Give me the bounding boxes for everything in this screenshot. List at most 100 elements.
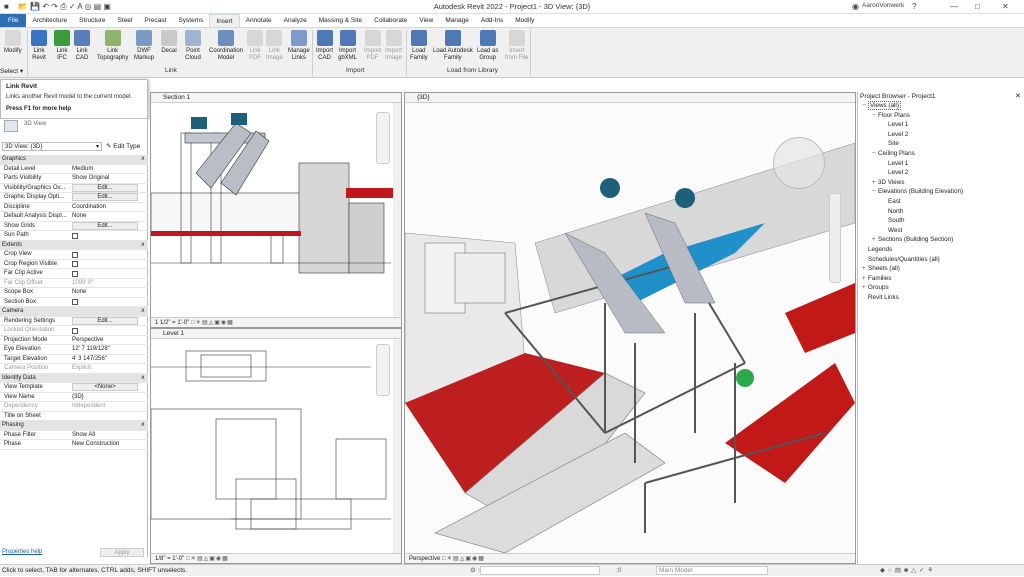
property-section[interactable]: Extents ∧ [0, 240, 148, 251]
browser-node[interactable]: Revit Links [862, 294, 899, 302]
ribbon-button-load-autodesk-family[interactable]: Load Autodesk Family [433, 30, 473, 66]
tab-steel[interactable]: Steel [112, 14, 139, 27]
tab-view[interactable]: View [413, 14, 439, 27]
property-value[interactable]: None [72, 288, 142, 298]
property-value[interactable]: Show Original [72, 174, 142, 184]
browser-node[interactable]: Level 2 [882, 131, 908, 139]
ribbon-button-link-cad[interactable]: Link CAD [74, 30, 90, 66]
apply-button[interactable]: Apply [100, 548, 144, 557]
property-checkbox[interactable] [72, 299, 78, 305]
tab-annotate[interactable]: Annotate [240, 14, 278, 27]
property-value[interactable]: Perspective [72, 336, 142, 346]
browser-node[interactable]: West [882, 227, 902, 235]
browser-node[interactable]: South [882, 217, 904, 225]
browser-node[interactable]: East [882, 198, 901, 206]
ribbon-button-point-cloud[interactable]: Point Cloud [185, 30, 201, 66]
property-checkbox[interactable] [72, 251, 78, 258]
close-button[interactable]: ✕ [1002, 2, 1009, 11]
tab-architecture[interactable]: Architecture [26, 14, 73, 27]
property-section[interactable]: Phasing ∧ [0, 421, 148, 431]
ribbon-button-link-revit[interactable]: Link Revit [31, 30, 47, 66]
ribbon-button-import-gbxml[interactable]: Import gbXML [338, 30, 357, 66]
section-view[interactable]: Section 1 1 1/2" = 1'-0" □☀▤◬▣◉▦ [150, 92, 402, 328]
tab-systems[interactable]: Systems [172, 14, 209, 27]
browser-node[interactable]: − Floor Plans [872, 112, 910, 120]
level-view-header[interactable]: Level 1 [151, 329, 401, 339]
user-icon[interactable]: ◉ [852, 2, 859, 11]
ribbon-button-manage-links[interactable]: Manage Links [288, 30, 310, 66]
property-checkbox[interactable] [72, 232, 78, 239]
ribbon-button-import-cad[interactable]: Import CAD [316, 30, 333, 66]
tab-insert[interactable]: Insert [209, 14, 240, 27]
ribbon-button-decal[interactable]: Decal [161, 30, 177, 66]
browser-node[interactable]: +3D Views [872, 179, 904, 187]
browser-node[interactable]: North [882, 208, 903, 216]
ribbon-button-link-topography[interactable]: Link Topography [97, 30, 128, 66]
tab-modify[interactable]: Modify [509, 14, 540, 27]
selection-toggles[interactable]: ◆○▤■△✓⚘ [880, 565, 936, 577]
minimize-button[interactable]: — [950, 2, 958, 11]
threed-view-header[interactable]: {3D} [405, 93, 855, 103]
property-value[interactable]: Medium [72, 165, 142, 175]
user-name[interactable]: AaronVonwerk [862, 2, 904, 9]
properties-help-link[interactable]: Properties help [2, 549, 42, 555]
property-checkbox[interactable] [72, 270, 78, 277]
filter-count[interactable]: :0 [616, 565, 621, 577]
browser-node[interactable]: − Ceiling Plans [872, 150, 915, 158]
property-value[interactable]: Explicit [72, 364, 142, 374]
ribbon-button-dwf-markup[interactable]: DWF Markup [134, 30, 154, 66]
collapse-icon[interactable]: ∧ [141, 421, 145, 431]
property-value[interactable]: 12' 7 119/128" [72, 345, 142, 355]
property-checkbox[interactable] [72, 327, 78, 334]
property-value[interactable]: Independent [72, 402, 142, 412]
ribbon-button-link-image[interactable]: Link Image [266, 30, 283, 66]
property-section[interactable]: Camera ∧ [0, 307, 148, 317]
level-navigation-bar[interactable] [376, 344, 390, 396]
ribbon-button-link-pdf[interactable]: Link PDF [247, 30, 263, 66]
edit-type-button[interactable]: ✎ Edit Type [106, 142, 140, 150]
tab-add-ins[interactable]: Add-Ins [475, 14, 509, 27]
property-edit-button[interactable]: <None> [72, 383, 138, 391]
tab-analyze[interactable]: Analyze [278, 14, 313, 27]
property-edit-button[interactable]: Edit... [72, 193, 138, 201]
property-edit-button[interactable]: Edit... [72, 221, 138, 230]
property-value[interactable]: 4' 3 147/256" [72, 355, 142, 365]
navigation-bar[interactable] [829, 193, 841, 283]
property-value[interactable]: Show All [72, 431, 142, 441]
ribbon-button-load-as-group[interactable]: Load as Group [477, 30, 498, 66]
tab-manage[interactable]: Manage [439, 14, 475, 27]
select-dropdown[interactable]: Select ▾ [0, 67, 23, 75]
browser-node[interactable]: + Sections (Building Section) [872, 236, 953, 244]
threed-view[interactable]: {3D} Perspective □☀▤◬▣◉▦ [404, 92, 856, 564]
section-scale[interactable]: 1 1/2" = 1'-0" [155, 320, 189, 326]
property-edit-button[interactable]: Edit... [72, 183, 138, 192]
tab-massing-site[interactable]: Massing & Site [313, 14, 368, 27]
browser-node[interactable]: + Groups [862, 284, 889, 292]
browser-node[interactable]: Level 1 [882, 160, 908, 168]
section-view-header[interactable]: Section 1 [151, 93, 401, 103]
level-scale[interactable]: 1/8" = 1'-0" [155, 556, 184, 562]
property-section[interactable]: Identity Data ∧ [0, 373, 148, 383]
browser-node[interactable]: Site [882, 140, 899, 148]
collapse-icon[interactable]: ∧ [141, 241, 145, 251]
property-checkbox[interactable] [72, 261, 78, 267]
ribbon-button-coordination-model[interactable]: Coordination Model [209, 30, 243, 66]
browser-node[interactable]: − Elevations (Building Elevation) [872, 188, 963, 196]
tab-collaborate[interactable]: Collaborate [368, 14, 413, 27]
help-icon[interactable]: ? [912, 2, 916, 11]
section-navigation-bar[interactable] [376, 112, 390, 164]
level-view[interactable]: Level 1 1/8" = 1'-0" □☀▤◬▣◉▦ [150, 328, 402, 564]
level-scrollbar[interactable] [393, 339, 401, 555]
ribbon-button-insert-from-file[interactable]: Insert from File [505, 30, 528, 66]
ribbon-button-import-pdf[interactable]: Import PDF [364, 30, 381, 66]
collapse-icon[interactable]: ∧ [141, 307, 145, 317]
property-section[interactable]: Graphics ∧ [0, 155, 148, 165]
ribbon-button-import-image[interactable]: Import Image [385, 30, 402, 66]
section-scrollbar[interactable] [393, 103, 401, 319]
workset-selector[interactable] [480, 566, 600, 575]
ribbon-button-link-ifc[interactable]: Link IFC [54, 30, 70, 66]
design-option-selector[interactable]: Main Model [656, 566, 768, 575]
property-value[interactable]: New Construction [72, 440, 142, 450]
browser-node[interactable]: − Views (all) [862, 101, 901, 110]
tab-file[interactable]: File [0, 14, 27, 27]
